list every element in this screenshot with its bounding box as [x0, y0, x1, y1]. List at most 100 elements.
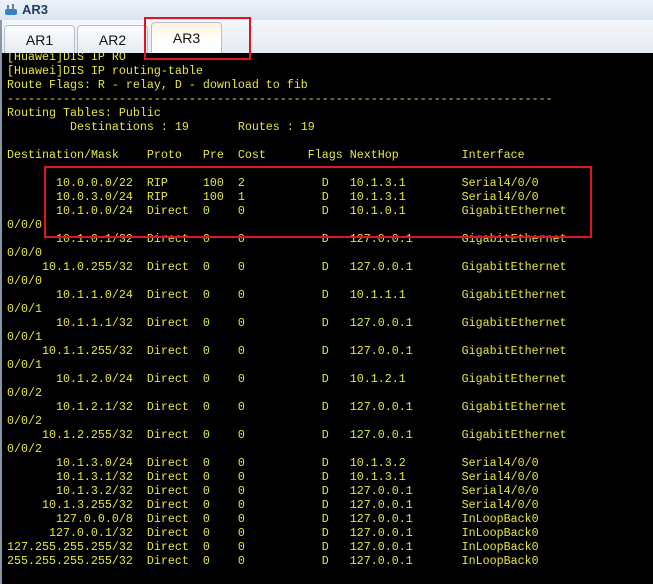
tab-bar: AR1 AR2 AR3	[0, 20, 653, 53]
route-flags: D	[321, 176, 329, 190]
route-iface: GigabitEthernet	[461, 344, 567, 358]
route-cost: 0	[237, 288, 245, 302]
route-pre: 0	[202, 316, 210, 330]
route-row: 127.0.0.0/8 Direct 0 0 D 127.0.0.1 InLoopBack0	[7, 512, 647, 526]
route-row: 10.1.1.0/24 Direct 0 0 D 10.1.1.1 GigabitEther…	[7, 288, 647, 302]
terminal-line: Destinations : 19 Routes : 19	[7, 120, 315, 134]
route-flags: D	[321, 470, 329, 484]
tab-ar3[interactable]: AR3	[151, 22, 222, 53]
route-iface: GigabitEthernet	[461, 260, 567, 274]
route-dest: 10.1.0.255/32	[41, 260, 133, 274]
route-cost: 0	[237, 470, 245, 484]
route-iface: GigabitEthernet	[461, 316, 567, 330]
route-row-wrap: 0/0/0	[7, 246, 42, 260]
route-row: 10.1.3.255/32 Direct 0 0 D 127.0.0.1 Serial4/0…	[7, 498, 647, 512]
route-cost: 0	[237, 428, 245, 442]
route-row: 10.1.0.1/32 Direct 0 0 D 127.0.0.1 GigabitEthe…	[7, 232, 647, 246]
route-row: 10.0.3.0/24 RIP 100 1 D 10.1.3.1 Serial4/0/0	[7, 190, 647, 204]
route-pre: 0	[202, 540, 210, 554]
header-flags: Flags	[307, 148, 343, 162]
route-pre: 100	[202, 176, 224, 190]
route-row: 10.1.3.1/32 Direct 0 0 D 10.1.3.1 Serial4/0/0	[7, 470, 647, 484]
route-cost: 0	[237, 554, 245, 568]
route-iface: InLoopBack0	[461, 526, 539, 540]
route-row-wrap: 0/0/2	[7, 386, 42, 400]
route-dest: 10.1.3.255/32	[41, 498, 133, 512]
route-iface: GigabitEthernet	[461, 428, 567, 442]
route-flags: D	[321, 512, 329, 526]
route-nexthop: 127.0.0.1	[349, 260, 413, 274]
route-iface: Serial4/0/0	[461, 470, 539, 484]
terminal-output: [Huawei]DIS IP RO [Huawei]DIS IP routing-…	[7, 53, 647, 568]
header-iface: Interface	[461, 148, 525, 162]
route-flags: D	[321, 204, 329, 218]
route-proto: Direct	[146, 232, 189, 246]
route-dest: 10.1.1.1/32	[55, 316, 133, 330]
route-row: 127.255.255.255/32 Direct 0 0 D 127.0.0.1 InLo…	[7, 540, 647, 554]
route-row: 10.1.3.2/32 Direct 0 0 D 127.0.0.1 Serial4/0/0	[7, 484, 647, 498]
route-row: 10.1.2.255/32 Direct 0 0 D 127.0.0.1 GigabitEt…	[7, 428, 647, 442]
route-cost: 2	[237, 176, 245, 190]
route-dest: 10.1.1.0/24	[55, 288, 133, 302]
route-proto: Direct	[146, 540, 189, 554]
route-cost: 1	[237, 190, 245, 204]
route-nexthop: 127.0.0.1	[349, 344, 413, 358]
route-dest: 10.1.2.255/32	[41, 428, 133, 442]
route-proto: RIP	[146, 176, 168, 190]
route-pre: 0	[202, 260, 210, 274]
route-row-wrap: 0/0/1	[7, 358, 42, 372]
route-flags: D	[321, 400, 329, 414]
route-flags: D	[321, 540, 329, 554]
route-pre: 0	[202, 526, 210, 540]
route-iface: GigabitEthernet	[461, 204, 567, 218]
route-proto: Direct	[146, 554, 189, 568]
tab-ar1[interactable]: AR1	[4, 25, 75, 53]
route-row: 10.1.3.0/24 Direct 0 0 D 10.1.3.2 Serial4/0/0	[7, 456, 647, 470]
tab-ar2[interactable]: AR2	[77, 25, 148, 53]
window-title: AR3	[22, 2, 49, 17]
route-dest: 10.1.3.1/32	[55, 470, 133, 484]
route-cost: 0	[237, 204, 245, 218]
route-pre: 0	[202, 288, 210, 302]
route-nexthop: 127.0.0.1	[349, 316, 413, 330]
route-cost: 0	[237, 372, 245, 386]
terminal-line: ----------------------------------------…	[7, 92, 553, 106]
router-app-icon	[5, 4, 17, 15]
route-row-wrap: 0/0/2	[7, 414, 42, 428]
route-flags: D	[321, 232, 329, 246]
route-proto: Direct	[146, 526, 189, 540]
route-row: 127.0.0.1/32 Direct 0 0 D 127.0.0.1 InLoopBack…	[7, 526, 647, 540]
route-flags: D	[321, 526, 329, 540]
route-cost: 0	[237, 344, 245, 358]
route-proto: Direct	[146, 400, 189, 414]
route-proto: Direct	[146, 372, 189, 386]
route-iface: GigabitEthernet	[461, 372, 567, 386]
header-proto: Proto	[146, 148, 182, 162]
route-row: 10.1.2.0/24 Direct 0 0 D 10.1.2.1 GigabitEther…	[7, 372, 647, 386]
route-nexthop: 127.0.0.1	[349, 232, 413, 246]
route-dest: 10.1.3.0/24	[55, 456, 133, 470]
route-pre: 0	[202, 512, 210, 526]
route-row-wrap: 0/0/1	[7, 330, 42, 344]
route-proto: Direct	[146, 456, 189, 470]
header-dest: Destination/Mask	[7, 148, 119, 162]
route-nexthop: 127.0.0.1	[349, 540, 413, 554]
terminal-console[interactable]: [Huawei]DIS IP RO [Huawei]DIS IP routing-…	[0, 53, 653, 584]
route-pre: 0	[202, 232, 210, 246]
route-row-wrap: 0/0/0	[7, 274, 42, 288]
route-pre: 100	[202, 190, 224, 204]
route-proto: Direct	[146, 204, 189, 218]
route-pre: 0	[202, 428, 210, 442]
route-pre: 0	[202, 456, 210, 470]
route-dest: 255.255.255.255/32	[6, 554, 133, 568]
route-dest: 127.0.0.0/8	[55, 512, 133, 526]
route-pre: 0	[202, 204, 210, 218]
route-cost: 0	[237, 316, 245, 330]
route-proto: Direct	[146, 498, 189, 512]
route-iface: GigabitEthernet	[461, 288, 567, 302]
route-row: 10.0.0.0/22 RIP 100 2 D 10.1.3.1 Serial4/0/0	[7, 176, 647, 190]
route-dest: 10.1.0.0/24	[55, 204, 133, 218]
route-nexthop: 10.1.3.1	[349, 176, 406, 190]
